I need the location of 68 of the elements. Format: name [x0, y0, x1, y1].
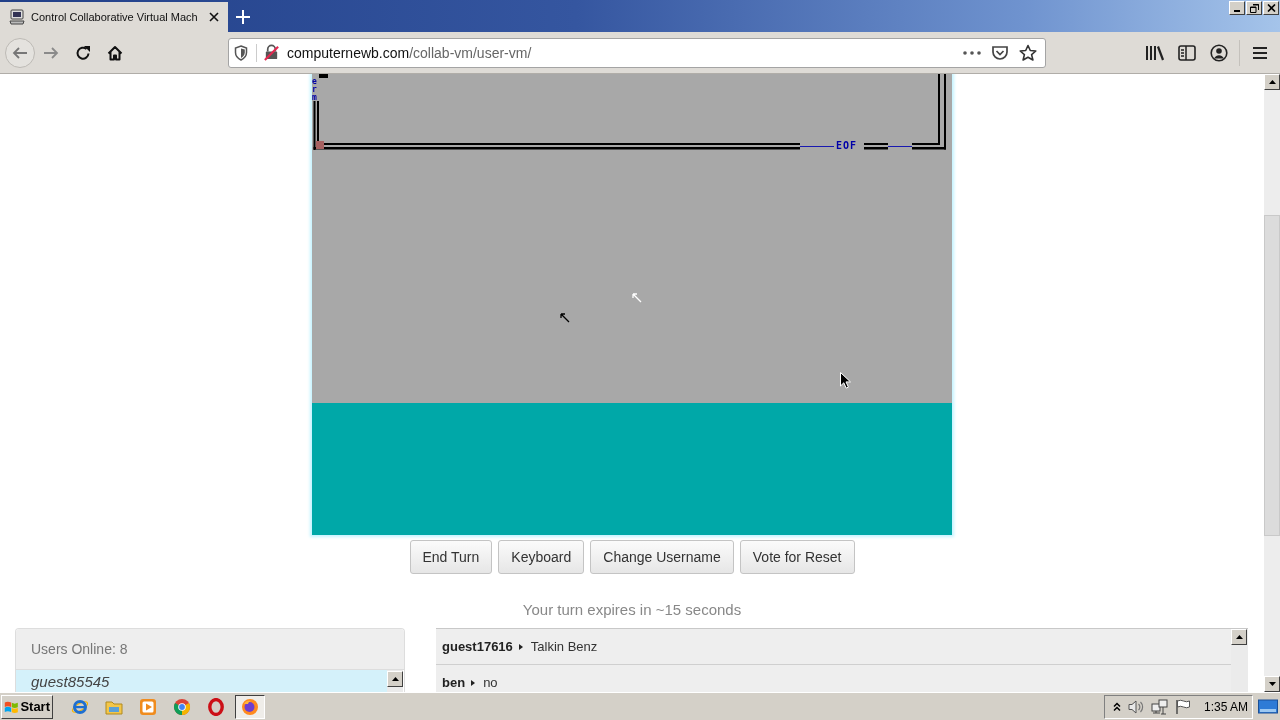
shield-icon: [234, 44, 248, 61]
action-button[interactable]: End Turn: [409, 540, 493, 574]
pointer-icon: [560, 313, 570, 323]
action-button[interactable]: Keyboard: [498, 540, 585, 574]
action-button[interactable]: Change Username: [590, 540, 734, 574]
scroll-down-button[interactable]: [1264, 676, 1280, 692]
account-icon: [1210, 43, 1228, 62]
restore-icon: [1249, 3, 1259, 13]
close-button[interactable]: [1263, 1, 1279, 15]
tricolor-circle-icon: [173, 697, 191, 716]
chevron-up-icon[interactable]: [1113, 701, 1121, 712]
back-button[interactable]: [5, 37, 35, 68]
chat-username: ben: [442, 675, 466, 690]
crossed-lock-icon: [263, 44, 280, 61]
menu-icon: [1252, 45, 1268, 60]
start-button[interactable]: Start: [1, 694, 53, 719]
address-field[interactable]: computernewb.com/collab-vm/user-vm/: [228, 37, 1046, 68]
scrollbar-thumb[interactable]: [1264, 215, 1280, 536]
frame-label: EOF: [836, 140, 858, 151]
scroll-up-button[interactable]: [387, 671, 403, 687]
arrow-right-icon: [43, 44, 59, 61]
triangle-icon: [518, 643, 523, 650]
square-icon: [316, 141, 324, 149]
arrow-left-icon: [12, 44, 28, 61]
close-icon: [208, 12, 219, 22]
action-button[interactable]: Vote for Reset: [739, 540, 855, 574]
taskbar-app-button[interactable]: [235, 694, 265, 719]
flag-icon[interactable]: [1175, 698, 1191, 715]
scroll-up-button[interactable]: [1264, 74, 1280, 90]
fox-logo-icon: [241, 697, 259, 716]
computer-icon: [9, 9, 25, 25]
chat-message: no: [483, 675, 498, 690]
vm-display[interactable]: erm EOF: [312, 74, 952, 535]
pocket-icon: [991, 44, 1009, 61]
folder-icon: [105, 698, 123, 715]
chat-message: Talkin Benz: [530, 639, 598, 654]
star-icon: [1019, 43, 1037, 62]
network-icon[interactable]: [1151, 698, 1169, 715]
triangle-icon: [471, 679, 476, 686]
users-header: Users Online: 8: [16, 629, 404, 670]
library-icon: [1145, 44, 1165, 61]
plus-icon: [235, 10, 250, 24]
o-logo-icon: [207, 697, 225, 716]
clock-text[interactable]: 1:35 AM: [1203, 699, 1248, 714]
arrow-up-icon: [391, 677, 399, 681]
reload-icon: [75, 44, 91, 61]
turn-timer-text: Your turn expires in ~15 seconds: [522, 601, 742, 619]
cursor-block-icon: [319, 74, 328, 78]
home-icon: [107, 44, 123, 61]
speaker-icon[interactable]: [1127, 698, 1145, 715]
minimize-button[interactable]: [1229, 1, 1245, 15]
user-list-item: guest85545: [16, 670, 387, 692]
e-logo-icon: [71, 697, 89, 716]
play-icon: [139, 697, 157, 716]
arrow-up-icon: [1235, 635, 1243, 639]
sidebar-icon: [1178, 44, 1196, 61]
frame-title: erm: [312, 78, 318, 102]
more-icon: [963, 50, 981, 55]
chat-username: guest17616: [442, 639, 513, 654]
monitor-icon[interactable]: [1258, 698, 1278, 715]
close-icon: [1266, 4, 1276, 12]
arrow-up-icon: [1268, 80, 1276, 84]
arrow-down-icon: [1268, 682, 1276, 686]
mouse-pointer-icon: [840, 372, 851, 389]
browser-tab[interactable]: Control Collaborative Virtual Mach: [0, 2, 228, 32]
scroll-up-button[interactable]: [1231, 629, 1247, 645]
pointer-icon: [632, 293, 642, 303]
restore-button[interactable]: [1246, 1, 1262, 15]
